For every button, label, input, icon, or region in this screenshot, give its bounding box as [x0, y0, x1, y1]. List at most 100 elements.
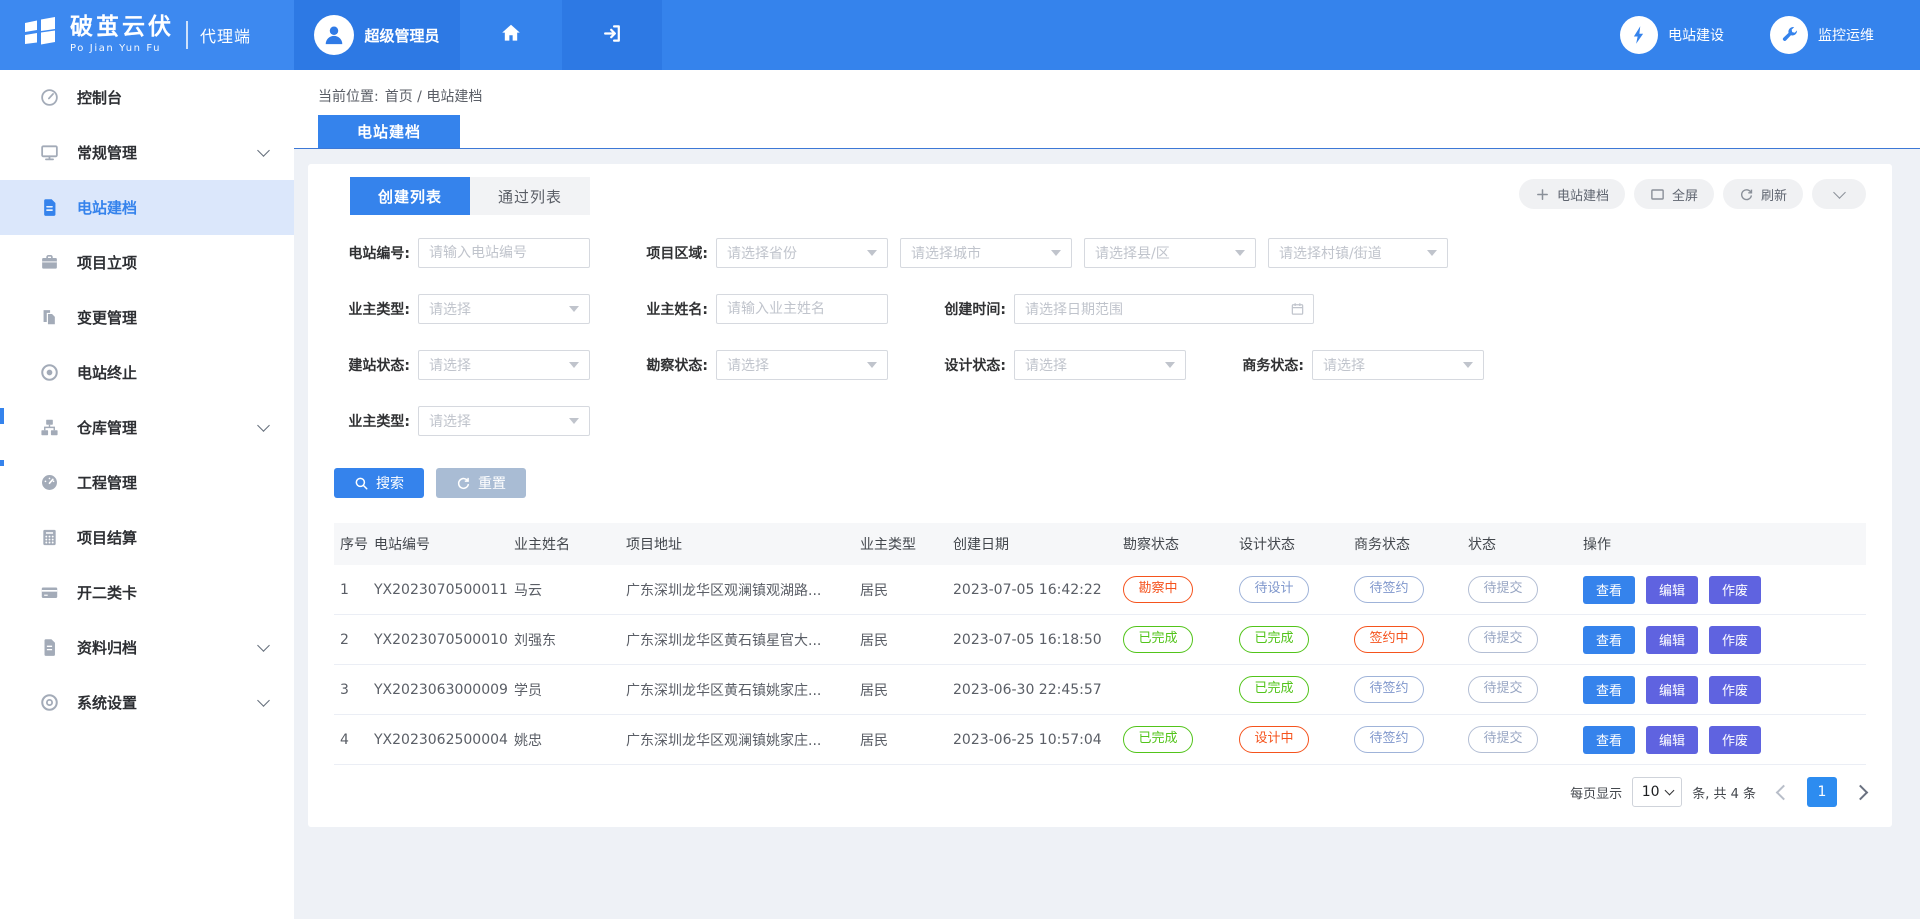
sidebar-item-warehouse-mgmt[interactable]: 仓库管理	[0, 400, 294, 455]
briefcase-icon	[40, 253, 59, 272]
station-code-input[interactable]	[418, 238, 590, 268]
table-row: 1YX2023070500011马云广东深圳龙华区观澜镇观湖路...居民2023…	[334, 565, 1866, 615]
cell-owner-type: 居民	[860, 580, 953, 600]
reset-button[interactable]: 重置	[436, 468, 526, 498]
sidebar-item-project-initiation[interactable]: 项目立项	[0, 235, 294, 290]
cell-index: 3	[334, 682, 374, 698]
void-button[interactable]: 作废	[1709, 626, 1761, 654]
void-button[interactable]: 作废	[1709, 676, 1761, 704]
settings-icon	[40, 693, 59, 712]
owner-type2-select[interactable]: 请选择	[418, 406, 590, 436]
breadcrumb-prefix: 当前位置:	[318, 86, 379, 106]
view-button[interactable]: 查看	[1583, 676, 1635, 704]
brand-logo-icon	[20, 13, 60, 57]
county-select[interactable]: 请选择县/区	[1084, 238, 1256, 268]
chevron-down-icon	[1833, 186, 1846, 199]
edit-button[interactable]: 编辑	[1646, 676, 1698, 704]
page-tab-station-archive[interactable]: 电站建档	[318, 115, 460, 148]
breadcrumb-path[interactable]: 首页 / 电站建档	[385, 86, 483, 106]
speedometer-icon	[40, 473, 59, 492]
void-button[interactable]: 作废	[1709, 726, 1761, 754]
build-status-select[interactable]: 请选择	[418, 350, 590, 380]
sidebar: 控制台 常规管理 电站建档 项目立项 变更管理 电站终止 仓库管理 工程管理 项…	[0, 70, 294, 919]
toolbar: 电站建档 全屏 刷新	[1519, 179, 1866, 209]
view-button[interactable]: 查看	[1583, 726, 1635, 754]
card-head: 创建列表 通过列表 电站建档 全屏 刷新	[308, 164, 1892, 215]
create-station-button[interactable]: 电站建档	[1519, 179, 1625, 209]
business-status-badge: 待签约	[1354, 676, 1424, 702]
sidebar-item-change-mgmt[interactable]: 变更管理	[0, 290, 294, 345]
nav-label: 电站建设	[1668, 25, 1724, 45]
current-page-button[interactable]: 1	[1807, 777, 1837, 807]
next-page-button[interactable]	[1853, 784, 1869, 800]
sidebar-item-card-opening[interactable]: 开二类卡	[0, 565, 294, 620]
sidebar-item-station-archive[interactable]: 电站建档	[0, 180, 294, 235]
design-status-select[interactable]: 请选择	[1014, 350, 1186, 380]
cell-actions: 查看编辑作废	[1583, 626, 1866, 654]
table-row: 3YX2023063000009学员广东深圳龙华区黄石镇姚家庄...居民2023…	[334, 665, 1866, 715]
design-status-badge: 已完成	[1239, 676, 1309, 702]
cell-station-code: YX2023063000009	[374, 682, 514, 698]
date-range-input[interactable]: 请选择日期范围	[1014, 294, 1314, 324]
logout-button[interactable]	[562, 0, 662, 70]
fullscreen-icon	[1650, 187, 1665, 202]
copy-icon	[40, 308, 59, 327]
sidebar-item-system-settings[interactable]: 系统设置	[0, 675, 294, 730]
view-button[interactable]: 查看	[1583, 576, 1635, 604]
status-badge: 待提交	[1468, 626, 1538, 652]
chevron-down-icon	[257, 694, 270, 707]
prev-page-button[interactable]	[1776, 784, 1792, 800]
nav-station-construction[interactable]: 电站建设	[1620, 16, 1724, 54]
survey-status-select[interactable]: 请选择	[716, 350, 888, 380]
region-label: 项目区域:	[632, 243, 708, 263]
owner-name-input[interactable]	[716, 294, 888, 324]
edit-button[interactable]: 编辑	[1646, 626, 1698, 654]
caret-down-icon	[1427, 250, 1437, 256]
sidebar-item-console[interactable]: 控制台	[0, 70, 294, 125]
design-status-label: 设计状态:	[930, 355, 1006, 375]
chevron-down-icon	[1664, 786, 1674, 796]
cell-actions: 查看编辑作废	[1583, 576, 1866, 604]
edit-button[interactable]: 编辑	[1646, 576, 1698, 604]
user-menu[interactable]: 超级管理员	[294, 0, 460, 70]
cell-owner-type: 居民	[860, 730, 953, 750]
home-button[interactable]	[460, 0, 562, 70]
village-select[interactable]: 请选择村镇/街道	[1268, 238, 1448, 268]
cell-owner-name: 学员	[514, 680, 626, 700]
nav-monitor-ops[interactable]: 监控运维	[1770, 16, 1874, 54]
city-select[interactable]: 请选择城市	[900, 238, 1072, 268]
province-select[interactable]: 请选择省份	[716, 238, 888, 268]
refresh-button[interactable]: 刷新	[1723, 179, 1803, 209]
topbar: 破茧云伏 Po Jian Yun Fu 代理端 超级管理员	[0, 0, 1920, 70]
per-page-select[interactable]: 10	[1632, 777, 1682, 807]
cell-station-code: YX2023070500011	[374, 582, 514, 598]
sidebar-item-general-mgmt[interactable]: 常规管理	[0, 125, 294, 180]
logout-icon	[602, 23, 623, 48]
sidebar-item-engineering-mgmt[interactable]: 工程管理	[0, 455, 294, 510]
station-code-label: 电站编号:	[334, 243, 410, 263]
tab-passed-list[interactable]: 通过列表	[470, 177, 590, 215]
void-button[interactable]: 作废	[1709, 576, 1761, 604]
collapse-toolbar-button[interactable]	[1812, 179, 1866, 209]
search-button[interactable]: 搜索	[334, 468, 424, 498]
cell-address: 广东深圳龙华区观澜镇姚家庄...	[626, 730, 860, 750]
tab-create-list[interactable]: 创建列表	[350, 177, 470, 215]
cell-station-code: YX2023062500004	[374, 732, 514, 748]
fullscreen-button[interactable]: 全屏	[1634, 179, 1714, 209]
sidebar-item-project-settlement[interactable]: 项目结算	[0, 510, 294, 565]
monitor-icon	[40, 143, 59, 162]
cell-actions: 查看编辑作废	[1583, 676, 1866, 704]
page-body: 创建列表 通过列表 电站建档 全屏 刷新	[294, 149, 1920, 919]
survey-status-label: 勘察状态:	[632, 355, 708, 375]
reset-icon	[456, 476, 471, 491]
sidebar-item-data-archive[interactable]: 资料归档	[0, 620, 294, 675]
edit-button[interactable]: 编辑	[1646, 726, 1698, 754]
calendar-icon	[1290, 302, 1305, 317]
caret-down-icon	[1463, 362, 1473, 368]
business-status-select[interactable]: 请选择	[1312, 350, 1484, 380]
sidebar-item-station-termination[interactable]: 电站终止	[0, 345, 294, 400]
owner-type-select[interactable]: 请选择	[418, 294, 590, 324]
view-button[interactable]: 查看	[1583, 626, 1635, 654]
station-table: 序号 电站编号 业主姓名 项目地址 业主类型 创建日期 勘察状态 设计状态 商务…	[334, 523, 1866, 765]
caret-down-icon	[1051, 250, 1061, 256]
